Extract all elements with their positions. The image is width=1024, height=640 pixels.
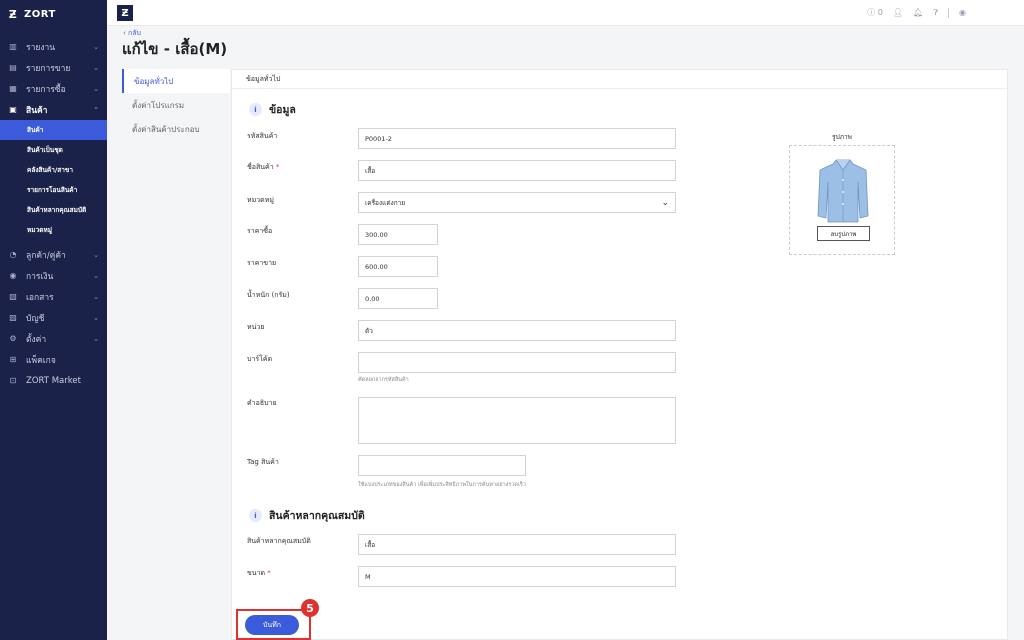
section-variants-title: i สินค้าหลากคุณสมบัติ (249, 507, 365, 524)
price-label: ราคาขาย (247, 259, 277, 267)
size-input[interactable]: M (358, 566, 676, 587)
sidebar: Ƶ ZORT ▥ รายงาน ⌄ ▤ รายการขาย ⌄ ▦ รายการซื้อ ⌄… (0, 0, 107, 640)
sidebar-subitem-categories[interactable]: หมวดหมู่ (0, 220, 107, 240)
name-input[interactable]: เสื้อ (358, 160, 676, 181)
unit-label: หน่วย (247, 323, 265, 331)
barcode-input[interactable] (358, 352, 676, 373)
chevron-down-icon: ⌄ (93, 42, 99, 51)
step-number-badge: 5 (301, 599, 319, 617)
ledger-icon: ▨ (9, 313, 17, 322)
tag-label: Tag สินค้า (247, 458, 279, 466)
barcode-hint[interactable]: คัดลอกจากรหัสสินค้า (358, 376, 409, 384)
weight-input[interactable]: 0.00 (358, 288, 438, 309)
user-icon[interactable]: 👤︎ (893, 8, 903, 17)
sidebar-item-finance[interactable]: ◉ การเงิน ⌄ (0, 265, 107, 286)
sidebar-subitem-variants[interactable]: สินค้าหลากคุณสมบัติ (0, 200, 107, 220)
box-icon: ▣ (9, 105, 17, 114)
handshake-icon: ◔ (9, 250, 17, 259)
chevron-down-icon: ⌄ (93, 313, 99, 322)
variant-label: สินค้าหลากคุณสมบัติ (247, 537, 311, 545)
section-info-title: i ข้อมูล (249, 101, 296, 118)
sidebar-subitem-bundles[interactable]: สินค้าเป็นชุด (0, 140, 107, 160)
sidebar-subitem-warehouses[interactable]: คลังสินค้า/สาขา (0, 160, 107, 180)
package-icon: ⊞ (9, 355, 17, 364)
name-label: ชื่อสินค้า * (247, 163, 280, 171)
category-select[interactable]: เครื่องแต่งกาย ⌄ (358, 192, 676, 213)
chevron-down-icon: ⌄ (93, 292, 99, 301)
required-mark: * (275, 163, 280, 171)
image-title: รูปภาพ (832, 133, 852, 141)
chevron-down-icon: ⌄ (93, 334, 99, 343)
sidebar-item-sales[interactable]: ▤ รายการขาย ⌄ (0, 57, 107, 78)
chevron-up-icon: ⌃ (93, 105, 99, 114)
description-label: คำอธิบาย (247, 399, 277, 407)
chart-icon: ▥ (9, 42, 17, 51)
zort-logo-icon: Ƶ (8, 7, 18, 21)
sku-label: รหัสสินค้า (247, 132, 278, 140)
bell-icon[interactable]: 🔔︎ (913, 8, 923, 17)
chevron-down-icon: ⌄ (93, 250, 99, 259)
sidebar-item-contacts[interactable]: ◔ ลูกค้า/คู่ค้า ⌄ (0, 244, 107, 265)
sidebar-item-reports[interactable]: ▥ รายงาน ⌄ (0, 36, 107, 57)
brand-name: ZORT (24, 8, 56, 20)
tag-input[interactable] (358, 455, 526, 476)
description-textarea[interactable] (358, 397, 676, 444)
app-logo-icon[interactable]: Ƶ (117, 5, 133, 21)
price-input[interactable]: 600.00 (358, 256, 438, 277)
gear-icon: ⚙ (9, 334, 17, 343)
help-icon[interactable]: ❓︎ (933, 8, 938, 18)
receipt-icon: ▤ (9, 63, 17, 72)
sidebar-item-zort-market[interactable]: ⊡ ZORT Market (0, 370, 107, 391)
info-icon: i (249, 509, 262, 522)
chevron-down-icon: ⌄ (661, 197, 669, 208)
brand-logo[interactable]: Ƶ ZORT (0, 0, 107, 28)
cart-icon: ▦ (9, 84, 17, 93)
category-label: หมวดหมู่ (247, 196, 274, 204)
topbar: Ƶ ⓘ 0 👤︎ 🔔︎ ❓︎ ◉ (107, 0, 1024, 26)
weight-label: น้ำหนัก (กรัม) (247, 291, 290, 299)
sidebar-item-accounting[interactable]: ▨ บัญชี ⌄ (0, 307, 107, 328)
divider (948, 7, 950, 18)
image-panel: รูปภาพ ลบรูปภาพ (789, 132, 895, 255)
info-icon: i (249, 103, 262, 116)
tab-component-settings[interactable]: ตั้งค่าสินค้าประกอบ (122, 117, 230, 141)
product-form-card: ข้อมูลทั่วไป i ข้อมูล รหัสสินค้า P0001-2… (231, 69, 1008, 640)
settings-tabs: ข้อมูลทั่วไป ตั้งค่าโปรแกรม ตั้งค่าสินค้… (122, 69, 230, 141)
cost-input[interactable]: 300.00 (358, 224, 438, 245)
sku-input[interactable]: P0001-2 (358, 128, 676, 149)
tag-hint: ใช้แบ่งประเภทของสินค้า เพื่อเพิ่มประสิทธ… (358, 482, 526, 488)
required-mark: * (267, 569, 271, 577)
sidebar-item-products[interactable]: ▣ สินค้า ⌃ (0, 99, 107, 120)
card-header: ข้อมูลทั่วไป (232, 70, 1007, 89)
document-icon: ▧ (9, 292, 17, 301)
sidebar-subitem-transfers[interactable]: รายการโอนสินค้า (0, 180, 107, 200)
tab-general[interactable]: ข้อมูลทั่วไป (122, 69, 230, 93)
barcode-label: บาร์โค้ด (247, 355, 273, 363)
delete-image-button[interactable]: ลบรูปภาพ (817, 226, 870, 241)
variant-input[interactable]: เสื้อ (358, 534, 676, 555)
unit-input[interactable]: ตัว (358, 320, 676, 341)
sidebar-item-package[interactable]: ⊞ แพ็คเกจ (0, 349, 107, 370)
cost-label: ราคาซื้อ (247, 227, 273, 235)
credit-icon[interactable]: ⓘ 0 (867, 7, 883, 18)
account-icon[interactable]: ◉ (959, 8, 966, 17)
chevron-down-icon: ⌄ (93, 84, 99, 93)
page-title: แก้ไข - เสื้อ(M) (122, 40, 228, 58)
image-dropzone[interactable]: ลบรูปภาพ (789, 145, 895, 255)
save-button[interactable]: บันทึก (245, 615, 299, 635)
chevron-down-icon: ⌄ (93, 271, 99, 280)
sidebar-item-settings[interactable]: ⚙ ตั้งค่า ⌄ (0, 328, 107, 349)
size-label: ขนาด * (247, 569, 271, 577)
credit-count: 0 (877, 8, 883, 17)
tab-program-settings[interactable]: ตั้งค่าโปรแกรม (122, 93, 230, 117)
sidebar-item-purchases[interactable]: ▦ รายการซื้อ ⌄ (0, 78, 107, 99)
sidebar-subitem-products[interactable]: สินค้า (0, 120, 107, 140)
chevron-down-icon: ⌄ (93, 63, 99, 72)
market-icon: ⊡ (9, 376, 17, 385)
coin-icon: ◉ (9, 271, 17, 280)
sidebar-item-documents[interactable]: ▧ เอกสาร ⌄ (0, 286, 107, 307)
